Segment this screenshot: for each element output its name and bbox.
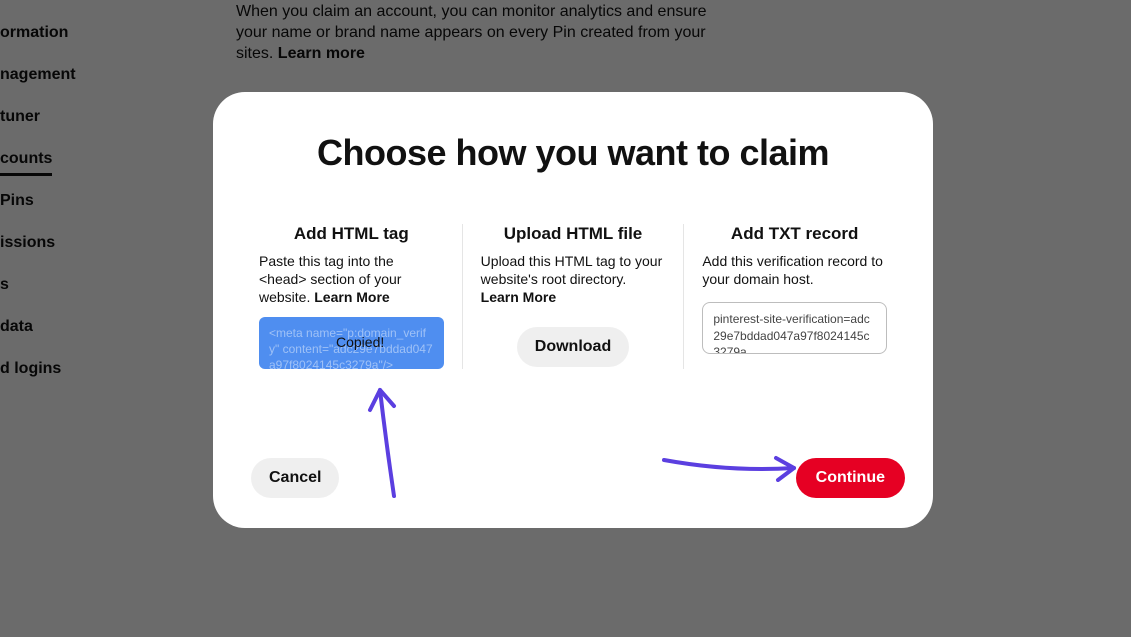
option-description: Paste this tag into the <head> section o…	[259, 252, 444, 307]
option-title: Add HTML tag	[259, 224, 444, 244]
continue-button[interactable]: Continue	[796, 458, 905, 498]
modal-title: Choose how you want to claim	[241, 132, 905, 174]
copied-tooltip: Copied!	[336, 333, 384, 352]
option-title: Add TXT record	[702, 224, 887, 244]
learn-more-link[interactable]: Learn More	[481, 289, 556, 305]
cancel-button[interactable]: Cancel	[251, 458, 339, 498]
option-title: Upload HTML file	[481, 224, 666, 244]
claim-options-row: Add HTML tag Paste this tag into the <he…	[241, 224, 905, 369]
option-description: Add this verification record to your dom…	[702, 252, 887, 288]
modal-footer: Cancel Continue	[241, 458, 905, 498]
claim-method-modal: Choose how you want to claim Add HTML ta…	[213, 92, 933, 528]
html-tag-code-box[interactable]: <meta name="p:domain_verify" content="ad…	[259, 317, 444, 369]
option-add-txt-record: Add TXT record Add this verification rec…	[683, 224, 905, 369]
download-button[interactable]: Download	[517, 327, 629, 367]
option-upload-html-file: Upload HTML file Upload this HTML tag to…	[462, 224, 684, 369]
learn-more-link[interactable]: Learn More	[314, 289, 389, 305]
txt-record-box[interactable]: pinterest-site-verification=adc29e7bddad…	[702, 302, 887, 354]
option-description: Upload this HTML tag to your website's r…	[481, 252, 666, 307]
option-add-html-tag: Add HTML tag Paste this tag into the <he…	[241, 224, 462, 369]
